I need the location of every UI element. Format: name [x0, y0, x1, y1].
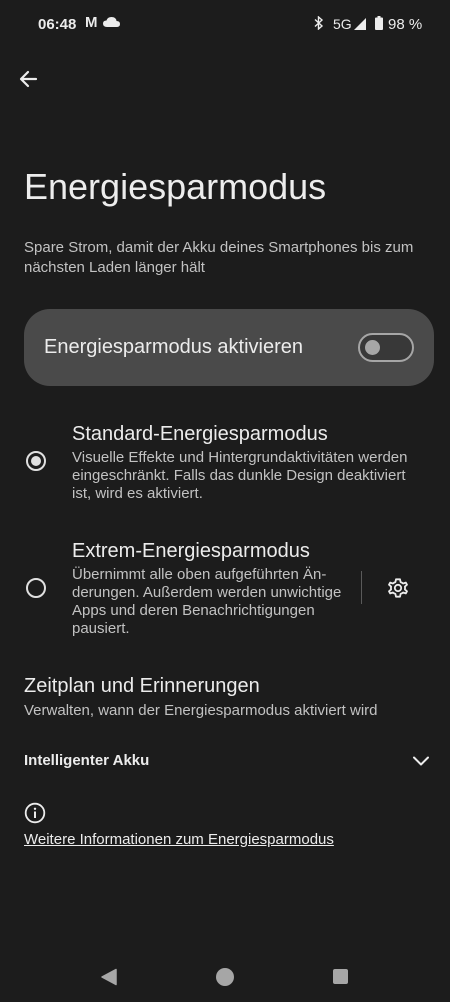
battery-saver-toggle-label: Energiesparmodus aktivieren [44, 336, 304, 358]
radio-extreme-mode[interactable] [26, 578, 46, 598]
radio-standard-mode[interactable] [26, 451, 46, 471]
battery-icon [375, 16, 383, 30]
schedule-description: Verwalten, wann der Energiesparmodus akt… [24, 702, 378, 719]
nav-back-icon[interactable] [100, 968, 118, 986]
smart-battery-label[interactable]: Intelligenter Akku [24, 752, 149, 769]
standard-mode-description: Visuelle Effekte und Hintergrundaktivitä… [72, 449, 408, 502]
switch-thumb [365, 340, 380, 355]
standard-mode-title[interactable]: Standard-Energiesparmodus [72, 423, 328, 446]
page-title: Energiesparmodus [24, 166, 327, 207]
bluetooth-icon [314, 16, 324, 30]
vertical-divider [361, 571, 362, 604]
arrow-left-icon[interactable] [16, 66, 42, 92]
info-icon [24, 802, 46, 824]
more-info-link[interactable]: Weitere Informationen zum Energiesparmod… [24, 831, 334, 848]
nav-recents-icon[interactable] [333, 969, 348, 984]
nav-home-icon[interactable] [216, 968, 234, 986]
chevron-down-icon[interactable] [411, 751, 431, 771]
signal-icon [354, 18, 366, 30]
schedule-title[interactable]: Zeitplan und Erinnerungen [24, 675, 260, 698]
gear-icon[interactable] [386, 576, 410, 600]
notification-m-icon: M [85, 14, 98, 31]
radio-selected-dot [31, 456, 41, 466]
extreme-mode-title[interactable]: Extrem-Energiesparmodus [72, 540, 310, 563]
extreme-mode-description: Übernimmt alle oben aufgeführten Än­deru… [72, 566, 342, 637]
network-type: 5G [333, 16, 352, 32]
cloud-icon [103, 17, 120, 27]
battery-percentage: 98 % [388, 16, 423, 33]
page-subtitle: Spare Strom, damit der Akku deines Smart… [24, 239, 414, 276]
battery-saver-switch[interactable] [358, 333, 414, 362]
status-time: 06:48 [38, 16, 77, 33]
battery-saver-toggle-card[interactable]: Energiesparmodus aktivieren [24, 309, 434, 386]
